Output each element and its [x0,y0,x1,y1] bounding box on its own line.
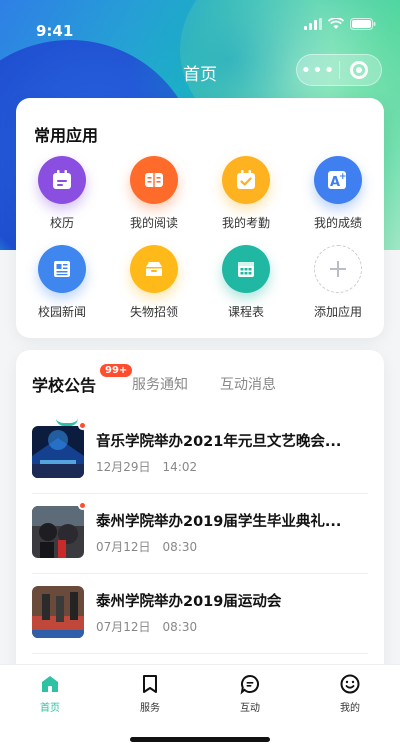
unread-dot [78,501,87,510]
unread-dot [78,421,87,430]
newspaper-icon [38,245,86,293]
news-title: 泰州学院举办2019届运动会 [96,594,282,610]
app-calendar[interactable]: 校历 [16,156,108,231]
news-title: 音乐学院举办2021年元旦文艺晚会... [96,434,342,450]
smile-icon [340,674,360,694]
news-item[interactable]: 泰州学院举办2019届学生毕业典礼... 07月12日 08:30 [32,494,368,574]
news-meta: 07月12日 08:30 [96,618,209,635]
news-tabs: 学校公告 99+ 服务通知 互动消息 [16,364,384,426]
tabbar-mine[interactable]: 我的 [300,673,400,714]
status-bar: 9:41 [0,0,400,44]
common-apps-title: 常用应用 [34,126,99,145]
battery-icon [350,18,376,30]
app-label: 校园新闻 [37,305,86,319]
status-time: 9:41 [36,22,74,40]
wifi-icon [328,18,344,29]
signal-icon [304,18,322,30]
close-target-icon[interactable] [350,61,368,79]
news-thumbnail [32,586,84,638]
unread-count-badge: 99+ [100,364,133,377]
mini-program-capsule[interactable]: ••• [296,54,382,86]
app-label: 校历 [49,216,74,230]
app-timetable[interactable]: 课程表 [200,245,292,320]
news-time: 14:02 [162,460,198,474]
tab-service-notice[interactable]: 服务通知 [132,374,188,394]
app-label: 我的成绩 [313,216,362,230]
bookmark-icon [143,675,157,693]
news-time: 08:30 [162,620,198,634]
app-add[interactable]: 添加应用 [292,245,384,320]
news-card: 学校公告 99+ 服务通知 互动消息 音乐学院举办2021年元旦文艺晚会... … [16,350,384,680]
book-icon [130,156,178,204]
news-date: 07月12日 [96,620,151,634]
calendar-icon [38,156,86,204]
attendance-check-icon [222,156,270,204]
chat-icon [240,674,259,695]
tabbar-services[interactable]: 服务 [100,673,200,714]
bottom-tab-bar: 首页 服务 互动 我的 [0,664,400,750]
news-item[interactable]: 音乐学院举办2021年元旦文艺晚会... 12月29日 14:02 [32,414,368,494]
app-lost-found[interactable]: 失物招领 [108,245,200,320]
news-item[interactable]: 泰州学院举办2019届运动会 07月12日 08:30 [32,574,368,654]
app-label: 课程表 [227,305,264,319]
tab-interactive-messages[interactable]: 互动消息 [220,374,276,394]
tabbar-home[interactable]: 首页 [0,673,100,714]
tabbar-interaction[interactable]: 互动 [200,673,300,714]
app-campus-news[interactable]: 校园新闻 [16,245,108,320]
lost-found-box-icon [130,245,178,293]
news-thumbnail [32,506,84,558]
app-label: 我的阅读 [129,216,178,230]
news-date: 12月29日 [96,460,151,474]
timetable-icon [222,245,270,293]
news-title: 泰州学院举办2019届学生毕业典礼... [96,514,342,530]
app-label: 添加应用 [313,305,362,319]
news-time: 08:30 [162,540,198,554]
news-date: 07月12日 [96,540,151,554]
svg-text:+: + [339,172,347,182]
plus-icon [314,245,362,293]
news-meta: 07月12日 08:30 [96,538,209,555]
common-apps-card: 常用应用 校历 我的阅读 我的考勤 A + 我的成绩 校园新闻 失物招领 课程表… [16,98,384,338]
app-my-reading[interactable]: 我的阅读 [108,156,200,231]
home-indicator [130,737,270,742]
more-icon[interactable]: ••• [297,60,339,81]
app-my-attendance[interactable]: 我的考勤 [200,156,292,231]
grade-a-plus-icon: A + [314,156,362,204]
app-label: 我的考勤 [221,216,270,230]
app-label: 失物招领 [129,305,178,319]
news-meta: 12月29日 14:02 [96,458,209,475]
tab-school-announcements[interactable]: 学校公告 99+ [32,364,133,396]
home-icon [42,676,58,692]
news-thumbnail [32,426,84,478]
app-my-grades[interactable]: A + 我的成绩 [292,156,384,231]
